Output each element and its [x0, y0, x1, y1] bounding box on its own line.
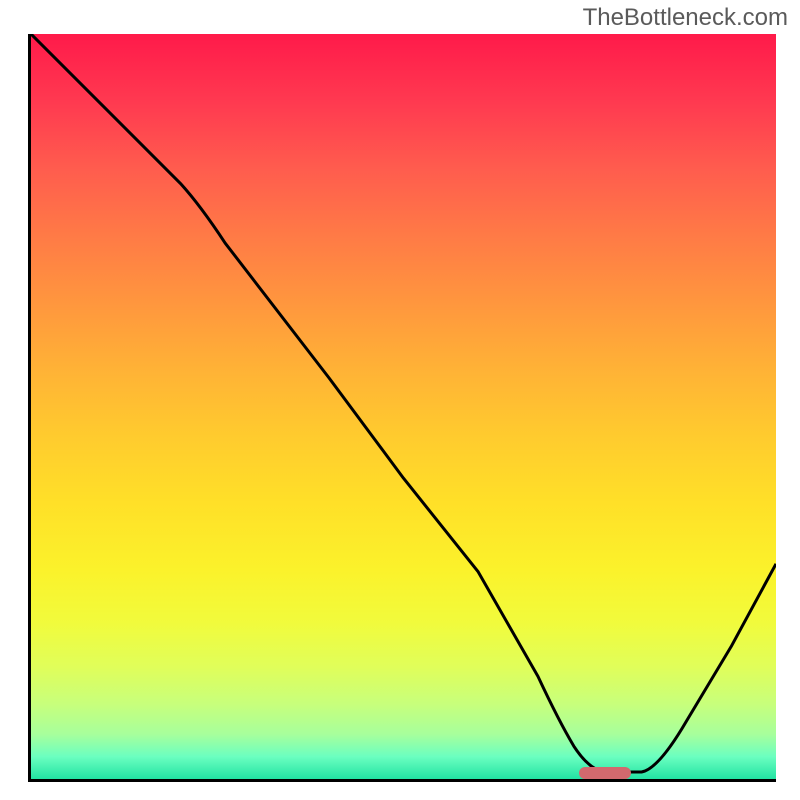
curve-svg — [31, 34, 776, 779]
watermark-text: TheBottleneck.com — [583, 4, 788, 32]
optimal-marker — [579, 767, 631, 779]
bottleneck-curve-path — [31, 34, 776, 772]
plot-area — [28, 34, 776, 782]
